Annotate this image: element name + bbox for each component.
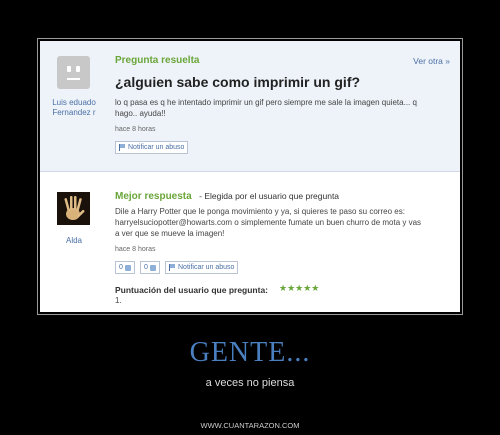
thumbs-up-button[interactable]: 0 bbox=[115, 261, 135, 274]
best-answer-label: Mejor respuesta bbox=[115, 191, 192, 202]
avatar-mouth bbox=[67, 78, 80, 80]
thumbs-up-count: 0 bbox=[119, 264, 123, 271]
question-body-line: lo q pasa es q he intentado imprimir un … bbox=[115, 98, 417, 107]
thumbs-down-count: 0 bbox=[144, 264, 148, 271]
answer-body-line: a ver que se mueve la imagen! bbox=[115, 229, 225, 238]
question-report-button[interactable]: Notificar un abuso bbox=[115, 141, 189, 154]
flag-icon bbox=[119, 144, 126, 151]
question-body-line: hago.. ayuda!! bbox=[115, 109, 166, 118]
chosen-by-asker-text: - Elegida por el usuario que pregunta bbox=[199, 191, 340, 201]
screenshot-frame: Luis eduado Fernandez r Pregunta resuelt… bbox=[37, 38, 463, 315]
answer-report-label: Notificar un abuso bbox=[178, 264, 235, 271]
flag-icon bbox=[169, 264, 176, 271]
answers-panel: Luis eduado Fernandez r Pregunta resuelt… bbox=[40, 41, 460, 312]
avatar-eye-right bbox=[76, 66, 80, 72]
best-answer-block: Alda Mejor respuesta - Elegida por el us… bbox=[40, 172, 460, 312]
answer-time: hace 8 horas bbox=[115, 246, 156, 253]
question-block: Luis eduado Fernandez r Pregunta resuelt… bbox=[40, 41, 460, 172]
rating-stars: ★★★★★ bbox=[279, 283, 320, 293]
poster-subline: a veces no piensa bbox=[205, 377, 295, 389]
thumbs-down-button[interactable]: 0 bbox=[140, 261, 160, 274]
answer-body-line: harryelsuciopotter@howarts.com o simplem… bbox=[115, 218, 422, 227]
answer-user-name[interactable]: Alda bbox=[42, 236, 106, 246]
hand-avatar-image bbox=[57, 192, 90, 225]
answer-header: Mejor respuesta - Elegida por el usuario… bbox=[115, 186, 339, 204]
question-header-label: Pregunta resuelta bbox=[115, 55, 200, 66]
question-user-line: Fernandez r bbox=[52, 108, 96, 117]
poster-headline: GENTE... bbox=[189, 337, 311, 368]
answer-report-button[interactable]: Notificar un abuso bbox=[165, 261, 239, 274]
rating-value: 1. bbox=[115, 296, 122, 305]
question-user-line: Luis eduado bbox=[52, 98, 96, 107]
question-user-name[interactable]: Luis eduado Fernandez r bbox=[42, 98, 106, 118]
question-report-label: Notificar un abuso bbox=[128, 144, 185, 151]
see-other-link[interactable]: Ver otra » bbox=[413, 56, 450, 66]
thumbs-up-icon bbox=[124, 264, 131, 271]
answer-body-line: Dile a Harry Potter que le ponga movimie… bbox=[115, 207, 405, 216]
question-body: lo q pasa es q he intentado imprimir un … bbox=[115, 97, 455, 119]
site-url: WWW.CUANTARAZON.COM bbox=[200, 421, 300, 430]
asker-rating-label: Puntuación del usuario que pregunta: bbox=[115, 285, 269, 295]
question-title: ¿alguien sabe como imprimir un gif? bbox=[115, 74, 361, 90]
question-time: hace 8 horas bbox=[115, 126, 156, 133]
avatar-eye-left bbox=[67, 66, 71, 72]
answer-avatar-icon[interactable] bbox=[57, 192, 90, 225]
thumbs-down-icon bbox=[149, 264, 156, 271]
answer-body: Dile a Harry Potter que le ponga movimie… bbox=[115, 206, 455, 239]
default-avatar-icon[interactable] bbox=[57, 56, 90, 89]
